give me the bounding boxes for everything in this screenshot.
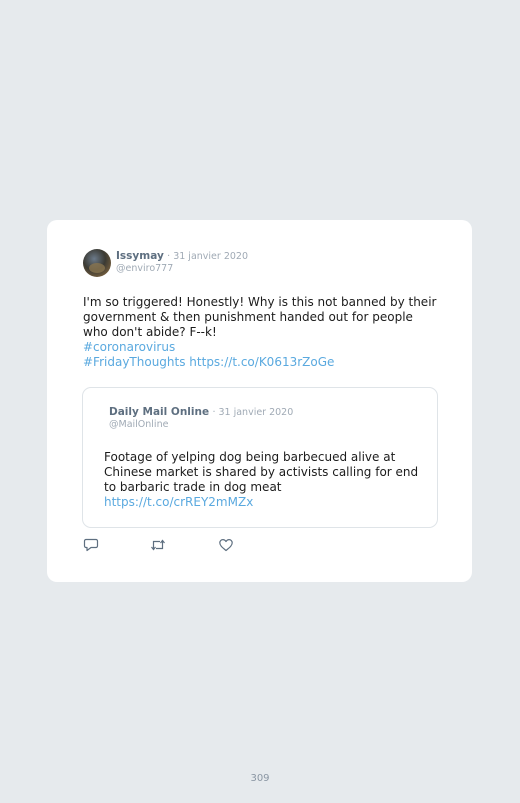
quoted-body: Footage of yelping dog being barbecued a…: [104, 450, 424, 510]
like-button[interactable]: [218, 538, 234, 552]
like-icon: [219, 539, 233, 552]
avatar[interactable]: [83, 249, 111, 277]
author-name[interactable]: Issymay: [116, 250, 164, 262]
quoted-author-name[interactable]: Daily Mail Online: [109, 406, 209, 418]
tweet-author: Issymay · 31 janvier 2020: [116, 250, 248, 262]
quoted-tweet[interactable]: Daily Mail Online · 31 janvier 2020 @Mai…: [82, 387, 438, 528]
quoted-url-link[interactable]: https://t.co/crREY2mMZx: [104, 495, 424, 510]
hashtag-and-url-link[interactable]: #FridayThoughts https://t.co/K0613rZoGe: [83, 355, 438, 370]
quoted-date: · 31 janvier 2020: [212, 407, 294, 418]
retweet-icon: [151, 539, 165, 551]
reply-icon: [83, 538, 99, 552]
author-handle[interactable]: @enviro777: [116, 263, 173, 274]
tweet-body: I'm so triggered! Honestly! Why is this …: [83, 295, 438, 370]
tweet-date: · 31 janvier 2020: [167, 251, 248, 262]
page-number: 309: [250, 773, 270, 784]
quoted-author: Daily Mail Online · 31 janvier 2020: [109, 406, 293, 418]
tweet-text: I'm so triggered! Honestly! Why is this …: [83, 295, 437, 339]
tweet-card: Issymay · 31 janvier 2020 @enviro777 I'm…: [47, 220, 472, 582]
hashtag-link[interactable]: #coronarovirus: [83, 340, 438, 355]
reply-button[interactable]: [83, 538, 99, 552]
quoted-text: Footage of yelping dog being barbecued a…: [104, 450, 419, 494]
retweet-button[interactable]: [150, 538, 166, 552]
quoted-author-handle[interactable]: @MailOnline: [109, 419, 168, 430]
